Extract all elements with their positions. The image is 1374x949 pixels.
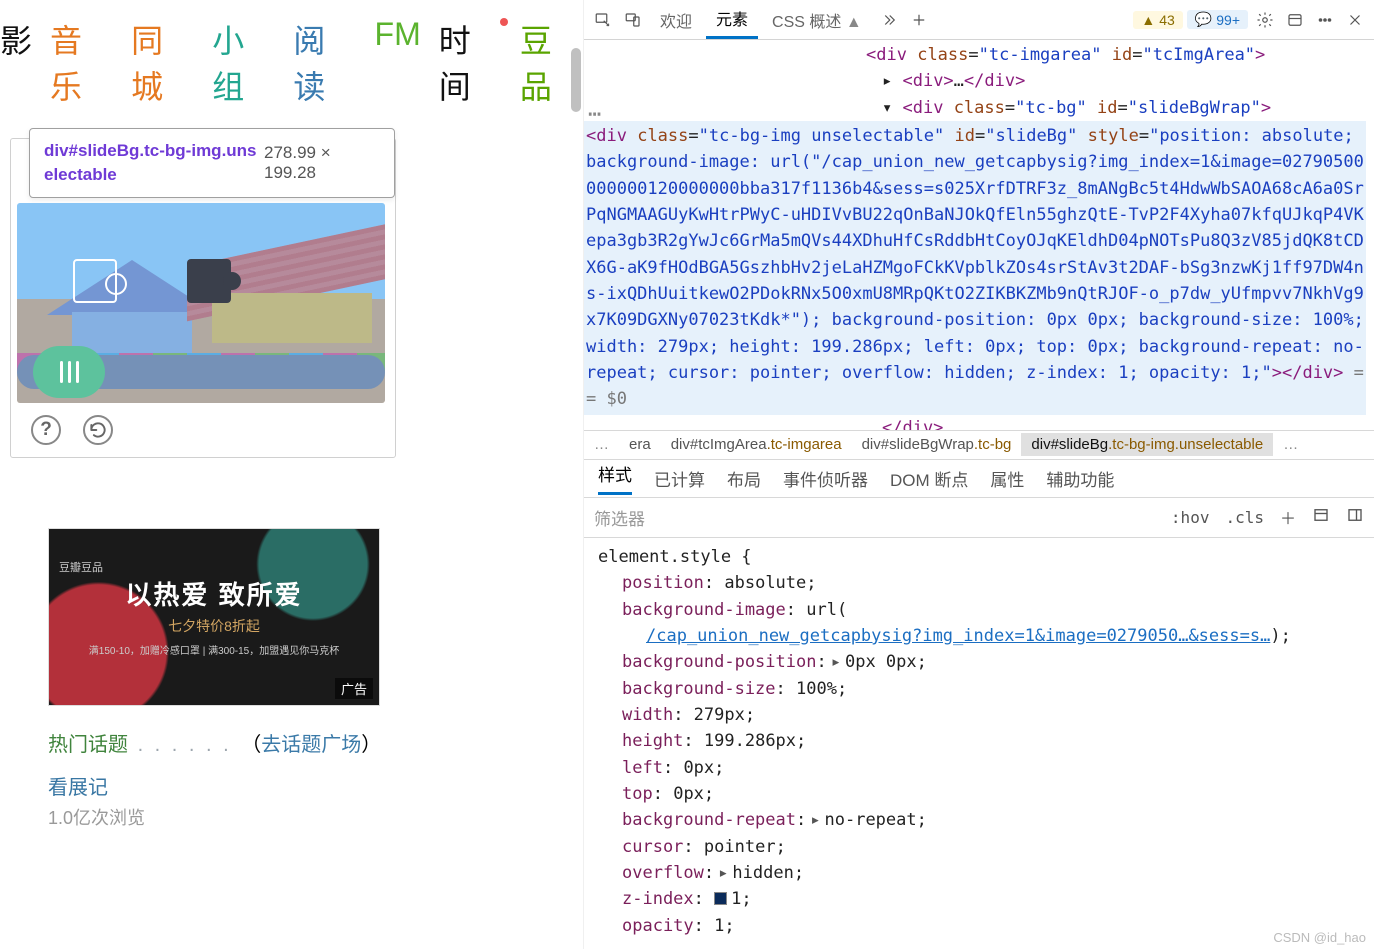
scrollbar[interactable] <box>571 48 581 112</box>
device-icon[interactable] <box>620 7 646 33</box>
ad-logo: 豆瓣豆品 <box>49 559 379 575</box>
ad-badge: 广告 <box>335 678 373 699</box>
inspect-icon[interactable] <box>590 7 616 33</box>
puzzle-piece[interactable] <box>73 259 117 303</box>
refresh-icon <box>88 420 108 440</box>
watermark: CSDN @id_hao <box>1273 930 1366 945</box>
nav-time[interactable]: 时间 <box>439 16 502 108</box>
filter-input[interactable]: 筛选器 <box>594 505 1155 530</box>
tab-dombreak[interactable]: DOM 断点 <box>890 466 968 491</box>
bg-url-link[interactable]: /cap_union_new_getcapbysig?img_index=1&i… <box>646 626 1270 646</box>
hov-toggle[interactable]: :hov <box>1171 508 1210 527</box>
styles-tabs: 样式 已计算 布局 事件侦听器 DOM 断点 属性 辅助功能 <box>584 460 1374 498</box>
nav-groups[interactable]: 小组 <box>212 16 275 108</box>
tab-listeners[interactable]: 事件侦听器 <box>783 466 868 491</box>
site-nav: 影 音乐 同城 小组 阅读 FM 时间 豆品 <box>0 0 583 116</box>
add-tab-icon[interactable] <box>906 7 932 33</box>
scroll-ellipsis[interactable]: ⋯ <box>588 98 603 132</box>
hot-topics-header: 热门话题 . . . . . . （去话题广场） <box>48 728 583 757</box>
tab-welcome[interactable]: 欢迎 <box>650 2 702 38</box>
puzzle-target <box>187 259 231 303</box>
crumb-2[interactable]: div#tcImgArea.tc-imgarea <box>661 433 852 456</box>
element-tooltip: div#slideBg.tc-bg-img.unselectable 278.9… <box>29 128 395 198</box>
warnings-badge[interactable]: ▲ 43 <box>1133 11 1182 29</box>
captcha-card: div#slideBg.tc-bg-img.unselectable 278.9… <box>10 138 396 458</box>
styles-panel[interactable]: element.style { position: absolute; back… <box>584 538 1374 949</box>
ad-subline: 七夕特价8折起 <box>49 616 379 636</box>
tab-elements[interactable]: 元素 <box>706 0 758 39</box>
issues-badge[interactable]: 💬 99+ <box>1187 10 1248 29</box>
new-rule-icon[interactable]: ＋ <box>1280 505 1296 529</box>
tab-props[interactable]: 属性 <box>990 466 1024 491</box>
hot-dots: . . . . . . <box>138 734 232 756</box>
topic-item[interactable]: 看展记 <box>48 771 583 800</box>
toggle-panel-icon[interactable] <box>1346 506 1364 528</box>
cls-toggle[interactable]: .cls <box>1225 508 1264 527</box>
topic-views: 1.0亿次浏览 <box>48 804 583 830</box>
settings-icon[interactable] <box>1252 7 1278 33</box>
crumb-1[interactable]: era <box>619 433 661 456</box>
ad-card[interactable]: 豆瓣豆品 以热爱 致所爱 七夕特价8折起 满150-10，加赠冷感口罩 | 满3… <box>48 528 380 706</box>
nav-movies[interactable]: 影 <box>0 16 32 108</box>
slider-handle[interactable] <box>33 346 105 398</box>
nav-fm[interactable]: FM <box>375 16 421 108</box>
devtools-toolbar: 欢迎 元素 CSS 概述 ▲ ▲ 43 💬 99+ <box>584 0 1374 40</box>
ad-extra: 满150-10，加赠冷感口罩 | 满300-15，加盟遇见你马克杯 <box>49 642 379 657</box>
crumb-3[interactable]: div#slideBgWrap.tc-bg <box>852 433 1022 456</box>
filter-bar: 筛选器 :hov .cls ＋ <box>584 498 1374 538</box>
help-button[interactable]: ? <box>31 415 61 445</box>
dock-icon[interactable] <box>1282 7 1308 33</box>
dom-tree[interactable]: ⋯ <div class="tc-imgarea" id="tcImgArea"… <box>584 40 1374 430</box>
crumb-more[interactable]: … <box>584 436 619 453</box>
crumb-selected[interactable]: div#slideBg.tc-bg-img.unselectable <box>1021 433 1273 456</box>
tab-cssoverview[interactable]: CSS 概述 ▲ <box>762 2 872 38</box>
page-content: 影 音乐 同城 小组 阅读 FM 时间 豆品 div#slideBg.tc-bg… <box>0 0 584 949</box>
tab-layout[interactable]: 布局 <box>727 466 761 491</box>
selected-dom-node[interactable]: <div class="tc-bg-img unselectable" id="… <box>584 121 1366 415</box>
ad-headline: 以热爱 致所爱 <box>49 575 379 612</box>
breadcrumb[interactable]: … era div#tcImgArea.tc-imgarea div#slide… <box>584 430 1374 460</box>
devtools-panel: 欢迎 元素 CSS 概述 ▲ ▲ 43 💬 99+ ⋯ <div class="… <box>584 0 1374 949</box>
tab-styles[interactable]: 样式 <box>598 461 632 495</box>
refresh-button[interactable] <box>83 415 113 445</box>
nav-local[interactable]: 同城 <box>131 16 194 108</box>
tooltip-selector: div#slideBg.tc-bg-img.unselectable <box>44 139 264 187</box>
color-swatch[interactable] <box>714 892 727 905</box>
more-icon[interactable] <box>1312 7 1338 33</box>
tooltip-dimensions: 278.99 × 199.28 <box>264 143 380 183</box>
hot-title: 热门话题 <box>48 734 128 756</box>
tab-a11y[interactable]: 辅助功能 <box>1046 466 1114 491</box>
captcha-image[interactable] <box>17 203 385 403</box>
more-tabs-icon[interactable] <box>876 7 902 33</box>
computed-icon[interactable] <box>1312 506 1330 528</box>
close-icon[interactable] <box>1342 7 1368 33</box>
nav-read[interactable]: 阅读 <box>293 16 356 108</box>
tab-computed[interactable]: 已计算 <box>654 466 705 491</box>
nav-music[interactable]: 音乐 <box>50 16 113 108</box>
hot-link[interactable]: 去话题广场 <box>261 734 361 756</box>
